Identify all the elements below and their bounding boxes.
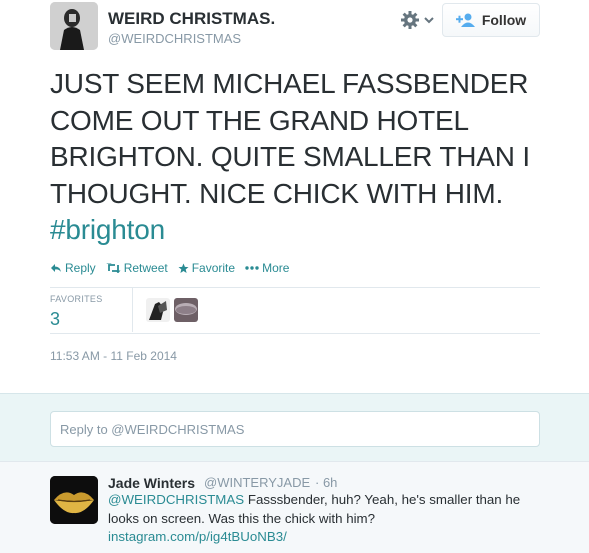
user-actions-menu[interactable] bbox=[400, 9, 436, 31]
favorites-label: FAVORITES bbox=[50, 294, 103, 304]
author-avatar[interactable] bbox=[50, 2, 98, 50]
favorite-label: Favorite bbox=[191, 261, 236, 275]
favoriter-avatar[interactable] bbox=[146, 298, 170, 322]
chevron-down-icon bbox=[424, 17, 434, 24]
reply-tweet: Jade Winters @WINTERYJADE · 6h @WEIRDCHR… bbox=[0, 461, 589, 553]
follow-label: Follow bbox=[481, 12, 527, 28]
reply-time[interactable]: · 6h bbox=[315, 475, 337, 490]
reply-box-area: Reply to @WEIRDCHRISTMAS bbox=[0, 393, 589, 461]
stats-vertical-divider bbox=[132, 288, 133, 332]
reply-input[interactable]: Reply to @WEIRDCHRISTMAS bbox=[50, 411, 540, 447]
favorite-action[interactable]: Favorite bbox=[178, 261, 235, 275]
reply-icon bbox=[51, 264, 61, 272]
stats-top-divider bbox=[50, 287, 540, 288]
retweet-icon bbox=[106, 263, 121, 273]
tweet-text: JUST SEEM MICHAEL FASSBENDER COME OUT TH… bbox=[50, 66, 560, 249]
reply-author-avatar[interactable] bbox=[50, 476, 98, 524]
reply-action[interactable]: Reply bbox=[50, 261, 96, 275]
add-user-icon bbox=[455, 13, 475, 27]
reply-author-name[interactable]: Jade Winters bbox=[108, 475, 195, 491]
retweet-action[interactable]: Retweet bbox=[106, 261, 168, 275]
author-name[interactable]: WEIRD CHRISTMAS. bbox=[108, 9, 275, 29]
favoriter-avatar[interactable] bbox=[174, 298, 198, 322]
star-icon bbox=[178, 263, 189, 273]
main-tweet: WEIRD CHRISTMAS. @WEIRDCHRISTMAS Follow … bbox=[0, 0, 589, 393]
more-action[interactable]: More bbox=[245, 261, 289, 275]
gear-icon bbox=[401, 11, 419, 29]
reply-mention-link[interactable]: @WEIRDCHRISTMAS bbox=[108, 492, 244, 507]
more-label: More bbox=[262, 261, 290, 275]
retweet-label: Retweet bbox=[123, 261, 168, 275]
more-dots-icon bbox=[245, 266, 259, 270]
tweet-body: JUST SEEM MICHAEL FASSBENDER COME OUT TH… bbox=[50, 68, 530, 209]
stats-bottom-divider bbox=[50, 333, 540, 334]
reply-instagram-link[interactable]: instagram.com/p/ig4tBUoNB3/ bbox=[108, 529, 287, 544]
reply-text: @WEIRDCHRISTMAS Fasssbender, huh? Yeah, … bbox=[108, 491, 548, 547]
reply-author-handle[interactable]: @WINTERYJADE bbox=[204, 475, 310, 490]
author-handle[interactable]: @WEIRDCHRISTMAS bbox=[108, 31, 241, 46]
follow-button[interactable]: Follow bbox=[442, 3, 540, 37]
tweet-actions: Reply Retweet Favorite More bbox=[50, 261, 289, 275]
reply-label: Reply bbox=[65, 261, 96, 275]
hashtag-link[interactable]: #brighton bbox=[50, 214, 165, 245]
tweet-timestamp[interactable]: 11:53 AM - 11 Feb 2014 bbox=[50, 349, 177, 363]
favorites-count[interactable]: 3 bbox=[50, 309, 60, 330]
